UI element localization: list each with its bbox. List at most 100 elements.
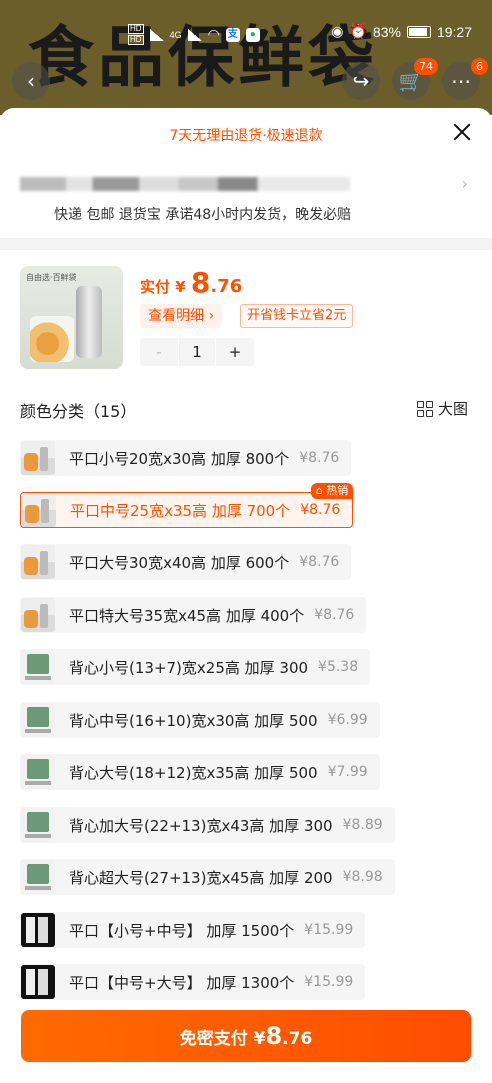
cart-badge: 74 xyxy=(414,58,438,75)
more-badge: 6 xyxy=(471,58,488,75)
large-image-label: 大图 xyxy=(437,400,468,418)
return-policy-banner: 7天无理由退货·极速退款 xyxy=(169,128,323,144)
share-button[interactable]: ↪ xyxy=(342,62,380,100)
price-decimal: .76 xyxy=(210,276,243,297)
bag-graphic xyxy=(30,316,74,362)
option-name: 平口中号25宽x35高 加厚 700个 xyxy=(70,501,291,520)
option-name: 背心超大号(27+13)宽x45高 加厚 200 xyxy=(69,868,333,887)
option-thumbnail xyxy=(21,598,55,632)
option-thumbnail xyxy=(21,703,55,737)
chevron-right-icon: › xyxy=(461,174,468,193)
option-price: ¥8.76 xyxy=(299,554,340,570)
pay-price-decimal: .76 xyxy=(282,1029,313,1049)
clock: 19:27 xyxy=(436,23,472,40)
sku-sheet: 7天无理由退货·极速退款 › 快递 包邮 退货宝 承诺48小时内发货，晚发必赔 … xyxy=(0,108,492,1083)
option-thumbnail xyxy=(21,860,55,894)
option-price: ¥8.89 xyxy=(342,817,383,833)
alarm-icon: ⏰ xyxy=(349,23,367,39)
cart-button[interactable]: 🛒 74 xyxy=(392,58,438,100)
option-name: 背心中号(16+10)宽x30高 加厚 500 xyxy=(69,711,318,730)
option-thumbnail xyxy=(21,441,55,475)
blurred-address xyxy=(20,177,350,191)
roll-graphic xyxy=(76,286,102,358)
option-thumbnail xyxy=(21,965,55,999)
status-left: HD HD 4G ◠ 支 ● xyxy=(128,24,260,45)
option-item[interactable]: 背心小号(13+7)宽x25高 加厚 300 ¥5.38 xyxy=(20,649,371,685)
hot-sale-badge: ⌂ 热销 xyxy=(310,483,354,499)
product-image-label: 自由选·百鲜袋 xyxy=(26,273,77,282)
option-name: 平口【小号+中号】 加厚 1500个 xyxy=(69,921,295,940)
signal-icon xyxy=(187,28,202,41)
option-price: ¥15.99 xyxy=(304,922,354,938)
wifi-icon: ◠ xyxy=(207,26,220,42)
option-item-selected[interactable]: 平口中号25宽x35高 加厚 700个 ¥8.76 ⌂ 热销 xyxy=(20,483,354,528)
option-thumbnail xyxy=(21,755,55,789)
more-button[interactable]: ⋯ 6 xyxy=(442,58,488,100)
view-details-button[interactable]: 查看明细 › xyxy=(140,304,223,328)
option-name: 背心加大号(22+13)宽x43高 加厚 300 xyxy=(69,816,333,835)
option-price: ¥5.38 xyxy=(318,659,359,675)
price-label: 实付 ¥ xyxy=(140,278,191,296)
option-price: ¥8.76 xyxy=(299,450,340,466)
option-thumbnail xyxy=(22,493,56,527)
option-thumbnail xyxy=(21,808,55,842)
option-price: ¥15.99 xyxy=(304,974,354,990)
option-name: 背心小号(13+7)宽x25高 加厚 300 xyxy=(69,658,309,677)
option-item[interactable]: 背心中号(16+10)宽x30高 加厚 500 ¥6.99 xyxy=(20,702,380,738)
product-thumbnail[interactable]: 自由选·百鲜袋 xyxy=(20,266,123,369)
chevron-left-icon: ‹ xyxy=(27,69,35,93)
option-item[interactable]: 平口小号20宽x30高 加厚 800个 ¥8.76 xyxy=(20,440,352,476)
option-price: ¥8.76 xyxy=(314,607,355,623)
close-icon[interactable] xyxy=(450,120,474,144)
alipay-icon: 支 xyxy=(225,27,240,42)
address-row[interactable]: › xyxy=(20,174,472,194)
option-name: 平口【中号+大号】 加厚 1300个 xyxy=(69,973,295,992)
status-bar: HD HD 4G ◠ 支 ● ◉ ⏰ 83% 19:27 xyxy=(0,18,492,48)
option-item[interactable]: 平口【小号+中号】 加厚 1500个 ¥15.99 xyxy=(20,912,366,948)
more-icon: ⋯ xyxy=(451,69,471,93)
option-item[interactable]: 平口大号30宽x40高 加厚 600个 ¥8.76 xyxy=(20,544,352,580)
option-price: ¥8.76 xyxy=(300,502,341,518)
option-item[interactable]: 平口【中号+大号】 加厚 1300个 ¥15.99 xyxy=(20,964,366,1000)
option-thumbnail xyxy=(21,650,55,684)
option-thumbnail xyxy=(21,545,55,579)
hd-icon: HD xyxy=(128,35,144,45)
options-header: 颜色分类（15） xyxy=(20,402,137,421)
battery-icon xyxy=(406,25,431,38)
option-thumbnail xyxy=(21,913,55,947)
battery-percent: 83% xyxy=(372,23,401,40)
pay-label: 免密支付 ¥ xyxy=(179,1029,266,1049)
savings-card-button[interactable]: 开省钱卡立省2元 xyxy=(240,304,354,328)
quantity-value[interactable]: 1 xyxy=(178,338,216,366)
share-icon: ↪ xyxy=(352,69,370,93)
pay-button[interactable]: 免密支付 ¥8.76 xyxy=(21,1010,471,1062)
option-price: ¥7.99 xyxy=(327,764,368,780)
wechat-icon: ● xyxy=(245,27,260,42)
price-row: 实付 ¥ 8.76 xyxy=(140,266,242,299)
option-name: 平口大号30宽x40高 加厚 600个 xyxy=(69,553,290,572)
option-name: 背心大号(18+12)宽x35高 加厚 500 xyxy=(69,763,318,782)
grid-icon xyxy=(416,400,433,417)
option-item[interactable]: 背心超大号(27+13)宽x45高 加厚 200 ¥8.98 xyxy=(20,859,395,895)
decrement-button[interactable]: - xyxy=(140,338,178,366)
section-divider xyxy=(0,238,492,250)
option-price: ¥6.99 xyxy=(327,712,368,728)
increment-button[interactable]: + xyxy=(216,338,254,366)
option-item[interactable]: 背心大号(18+12)宽x35高 加厚 500 ¥7.99 xyxy=(20,754,380,790)
option-name: 平口特大号35宽x45高 加厚 400个 xyxy=(69,606,305,625)
signal-icon xyxy=(149,28,164,41)
hd-indicators: HD HD xyxy=(128,24,144,45)
delivery-info: 快递 包邮 退货宝 承诺48小时内发货，晚发必赔 xyxy=(54,207,352,223)
option-price: ¥8.98 xyxy=(342,869,383,885)
pay-price-integer: 8 xyxy=(265,1022,283,1050)
back-button[interactable]: ‹ xyxy=(12,62,50,100)
quantity-stepper: - 1 + xyxy=(140,338,254,366)
hd-icon: HD xyxy=(128,24,144,34)
large-image-toggle[interactable]: 大图 xyxy=(416,398,468,419)
option-item[interactable]: 背心加大号(22+13)宽x43高 加厚 300 ¥8.89 xyxy=(20,807,395,843)
option-name: 平口小号20宽x30高 加厚 800个 xyxy=(69,449,290,468)
eye-icon: ◉ xyxy=(331,23,344,39)
status-right: ◉ ⏰ 83% 19:27 xyxy=(331,23,472,40)
price-integer: 8 xyxy=(190,266,211,299)
option-item[interactable]: 平口特大号35宽x45高 加厚 400个 ¥8.76 xyxy=(20,597,367,633)
